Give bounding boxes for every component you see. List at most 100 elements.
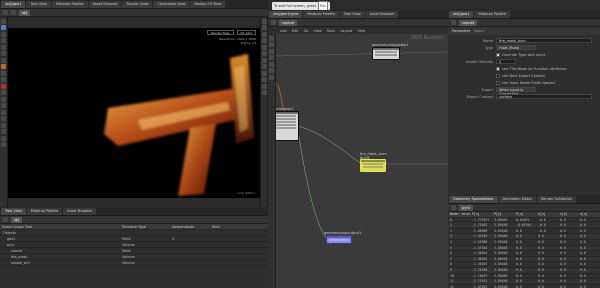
menu-go[interactable]: Go [304, 29, 309, 33]
node-parameter[interactable] [276, 111, 299, 141]
forward-icon[interactable] [11, 10, 16, 15]
scale-icon[interactable] [1, 38, 6, 43]
viewport-path[interactable]: obj [19, 9, 31, 16]
param-export-dropdown[interactable]: When Input Is Connected [496, 87, 536, 96]
camera-icon[interactable] [1, 142, 6, 147]
param-invoke-field[interactable]: 0 [496, 59, 516, 64]
tree-pathbar: obj [0, 216, 268, 224]
edges-icon[interactable] [1, 103, 6, 108]
primitives-icon[interactable] [1, 109, 6, 115]
group-icon[interactable] [1, 90, 6, 95]
param-export-context-field[interactable]: surface [496, 94, 592, 99]
lighting-icon[interactable] [261, 38, 267, 43]
tree-path[interactable]: obj [11, 216, 23, 223]
tab-network-1[interactable]: Material Palette [303, 10, 339, 18]
light-icon[interactable] [1, 135, 6, 141]
tab-params-1[interactable]: Material Palette [474, 10, 510, 18]
spreadsheet-back-icon[interactable] [451, 205, 456, 210]
rotate-icon[interactable] [1, 31, 6, 37]
vertices-icon[interactable] [1, 116, 6, 121]
param-type-dropdown[interactable]: Float (float) [496, 45, 536, 50]
params-path[interactable]: vopnet [459, 19, 478, 26]
table-cell: 0.0 [560, 223, 566, 228]
render-region-icon[interactable] [1, 64, 6, 69]
network-pan-icon[interactable] [269, 42, 274, 47]
menu-edit[interactable]: Edit [292, 29, 299, 33]
grid-icon[interactable] [261, 64, 267, 69]
split-icon[interactable] [261, 83, 267, 89]
network-back-icon[interactable] [271, 20, 276, 25]
tab-viewport-2[interactable]: Material Palette [52, 0, 88, 8]
table-cell: 0.0 [538, 256, 544, 261]
menu-tools[interactable]: Tools [327, 29, 336, 33]
params-back-icon[interactable] [451, 20, 456, 25]
normals-icon[interactable] [261, 57, 267, 63]
ghost-icon[interactable] [261, 51, 267, 56]
select-icon[interactable] [1, 18, 6, 24]
tab-spreadsheet-0[interactable]: Geometry Spreadsheet [449, 195, 498, 203]
tab-params-0[interactable]: /obj/geo1 [449, 10, 474, 18]
back-icon[interactable] [3, 10, 8, 15]
network-select-icon[interactable] [269, 35, 274, 41]
viewport-3d[interactable]: Render Tags No cam Resolution: 1920 x 10… [8, 28, 260, 198]
menu-add[interactable]: Add [280, 29, 287, 33]
menu-layout[interactable]: Layout [340, 29, 352, 33]
node-geometryvopoutput[interactable] [326, 235, 352, 244]
network-frame-icon[interactable] [269, 55, 274, 60]
table-cell: 0.0 [538, 273, 544, 278]
tab-network-3[interactable]: Asset Browser [365, 10, 399, 18]
home-icon[interactable] [261, 90, 267, 95]
align-icon[interactable] [1, 122, 6, 128]
pose-icon[interactable] [1, 51, 6, 56]
display-options-icon[interactable] [261, 18, 267, 24]
menu-view[interactable]: View [313, 29, 321, 33]
tab-viewport-1[interactable]: Tree View [26, 0, 52, 8]
prefix-checkbox[interactable] [496, 80, 500, 85]
tab-tree-0[interactable]: Tree View [1, 207, 26, 215]
tab-tree-1[interactable]: Material Palette [26, 207, 63, 215]
tab-viewport-0[interactable]: /obj/geo1 [1, 0, 26, 8]
table-cell: 5 [450, 245, 452, 250]
record-icon[interactable] [1, 83, 6, 89]
points-icon[interactable] [1, 96, 6, 102]
view-icon[interactable] [1, 57, 6, 63]
network-path[interactable]: vopnet [279, 19, 298, 26]
tree-back-icon[interactable] [3, 217, 8, 222]
move-icon[interactable] [1, 25, 6, 30]
tab-viewport-5[interactable]: Composite View [153, 0, 190, 8]
tab-spreadsheet-2[interactable]: Render Scheduler [536, 195, 577, 203]
table-cell: 0.0 [560, 239, 566, 244]
layout-icon[interactable] [261, 77, 267, 82]
network-grid-icon[interactable] [269, 68, 274, 73]
node-geometryvopglobal[interactable] [372, 47, 400, 60]
wireframe-icon[interactable] [261, 31, 267, 37]
node-bind-selected[interactable] [360, 159, 386, 172]
tab-viewport-6[interactable]: Motion FX View [190, 0, 226, 8]
shading-icon[interactable] [261, 25, 267, 30]
param-row-override: Override Type with Input [448, 51, 600, 58]
tab-viewport-4[interactable]: Render View [122, 0, 153, 8]
menu-help[interactable]: Help [357, 29, 365, 33]
snap-icon[interactable] [1, 77, 6, 82]
use-node-checkbox[interactable] [496, 66, 500, 71]
network-canvas[interactable]: VEX Builder geometryvopglobal1 parameter… [276, 34, 448, 288]
tab-tree-2[interactable]: Asset Browser [63, 207, 97, 215]
shadows-icon[interactable] [261, 44, 267, 50]
tree-row[interactable]: smoke_sim Volume [0, 260, 268, 266]
network-zoom-icon[interactable] [269, 48, 274, 54]
param-name-field[interactable]: fire_mask_burn [496, 38, 592, 43]
tab-viewport-3[interactable]: Asset Browser [88, 0, 122, 8]
spreadsheet-path[interactable]: pyro [459, 204, 473, 211]
network-layout-icon[interactable] [269, 74, 274, 80]
tab-spreadsheet-1[interactable]: Animation Editor [498, 195, 536, 203]
backface-icon[interactable] [261, 70, 267, 76]
override-type-checkbox[interactable] [496, 52, 500, 57]
measure-icon[interactable] [1, 129, 6, 134]
node-label: Node: volume [450, 212, 470, 216]
brush-icon[interactable] [1, 70, 6, 76]
tab-network-2[interactable]: Tree View [339, 10, 365, 18]
network-note-icon[interactable] [269, 61, 274, 67]
handle-icon[interactable] [1, 44, 6, 50]
bind-export-checkbox[interactable] [496, 73, 500, 78]
tab-network-0[interactable]: /obj/geo1/pyro [269, 10, 303, 18]
